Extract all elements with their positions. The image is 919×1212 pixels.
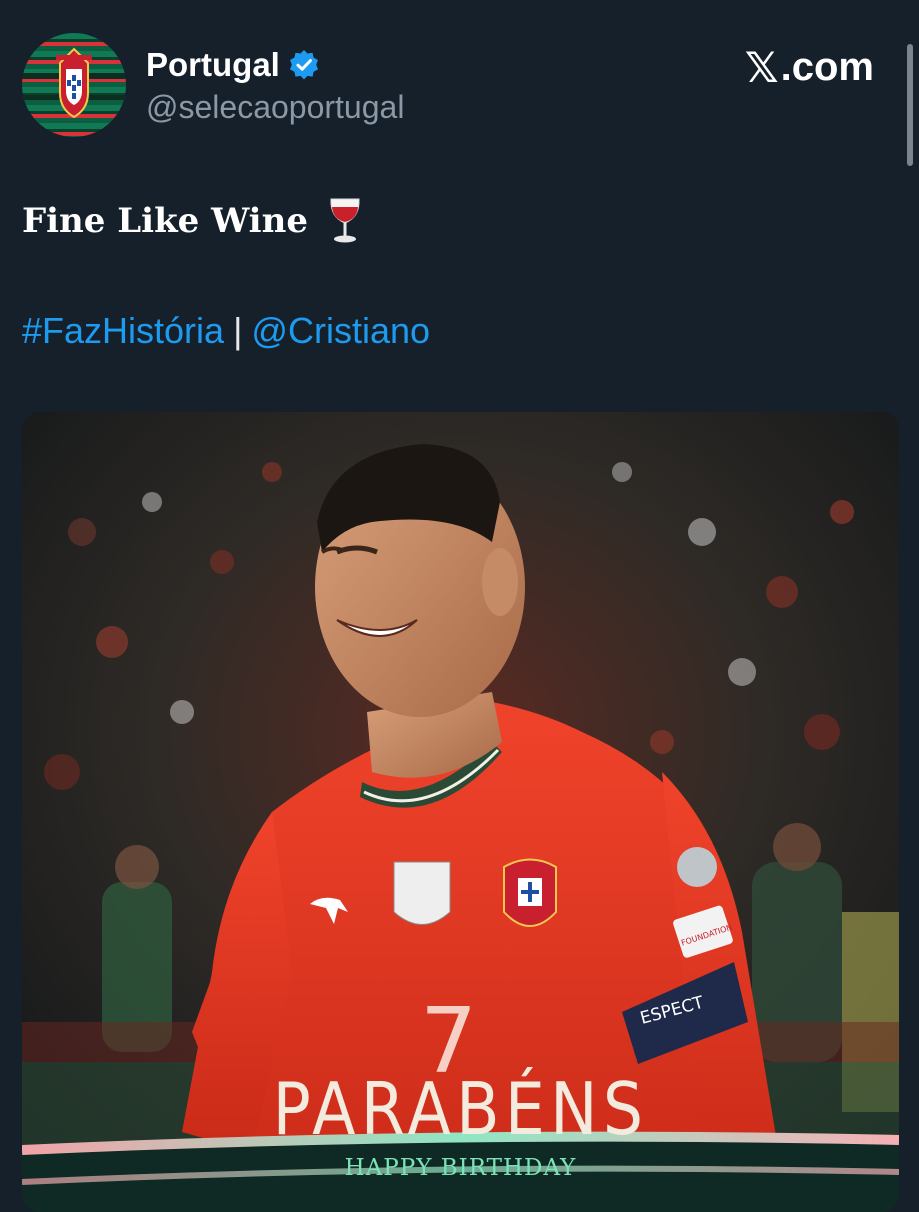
mention-link[interactable]: @Cristiano <box>251 310 430 352</box>
x-logo[interactable]: 𝕏 .com <box>745 43 874 92</box>
tweet-header: Portugal @selecaoportugal 𝕏 .com <box>22 33 892 143</box>
verified-badge-icon <box>289 50 318 80</box>
birthday-title: PARABÉNS <box>272 1067 649 1151</box>
tweet-text-line: Fine Like Wine <box>22 201 308 241</box>
hashtag-link[interactable]: #FazHistória <box>22 310 224 352</box>
portugal-crest-icon <box>22 47 126 119</box>
display-name[interactable]: Portugal <box>146 46 280 84</box>
user-handle[interactable]: @selecaoportugal <box>146 89 404 126</box>
name-row: Portugal <box>146 43 320 87</box>
avatar[interactable] <box>22 33 126 137</box>
tweet-image[interactable]: ESPECT FOUNDATION 7 PARABÉNS HAPPY BIRTH… <box>22 412 899 1212</box>
scrollbar[interactable] <box>907 44 913 166</box>
tweet-links: #FazHistória | @Cristiano <box>22 310 430 352</box>
x-mark-icon: 𝕏 <box>744 43 779 92</box>
wine-glass-icon <box>330 198 360 243</box>
separator: | <box>233 310 243 351</box>
x-brand-text: .com <box>780 45 874 89</box>
tweet-text: Fine Like Wine <box>22 197 362 245</box>
birthday-subtitle: HAPPY BIRTHDAY <box>344 1155 577 1181</box>
